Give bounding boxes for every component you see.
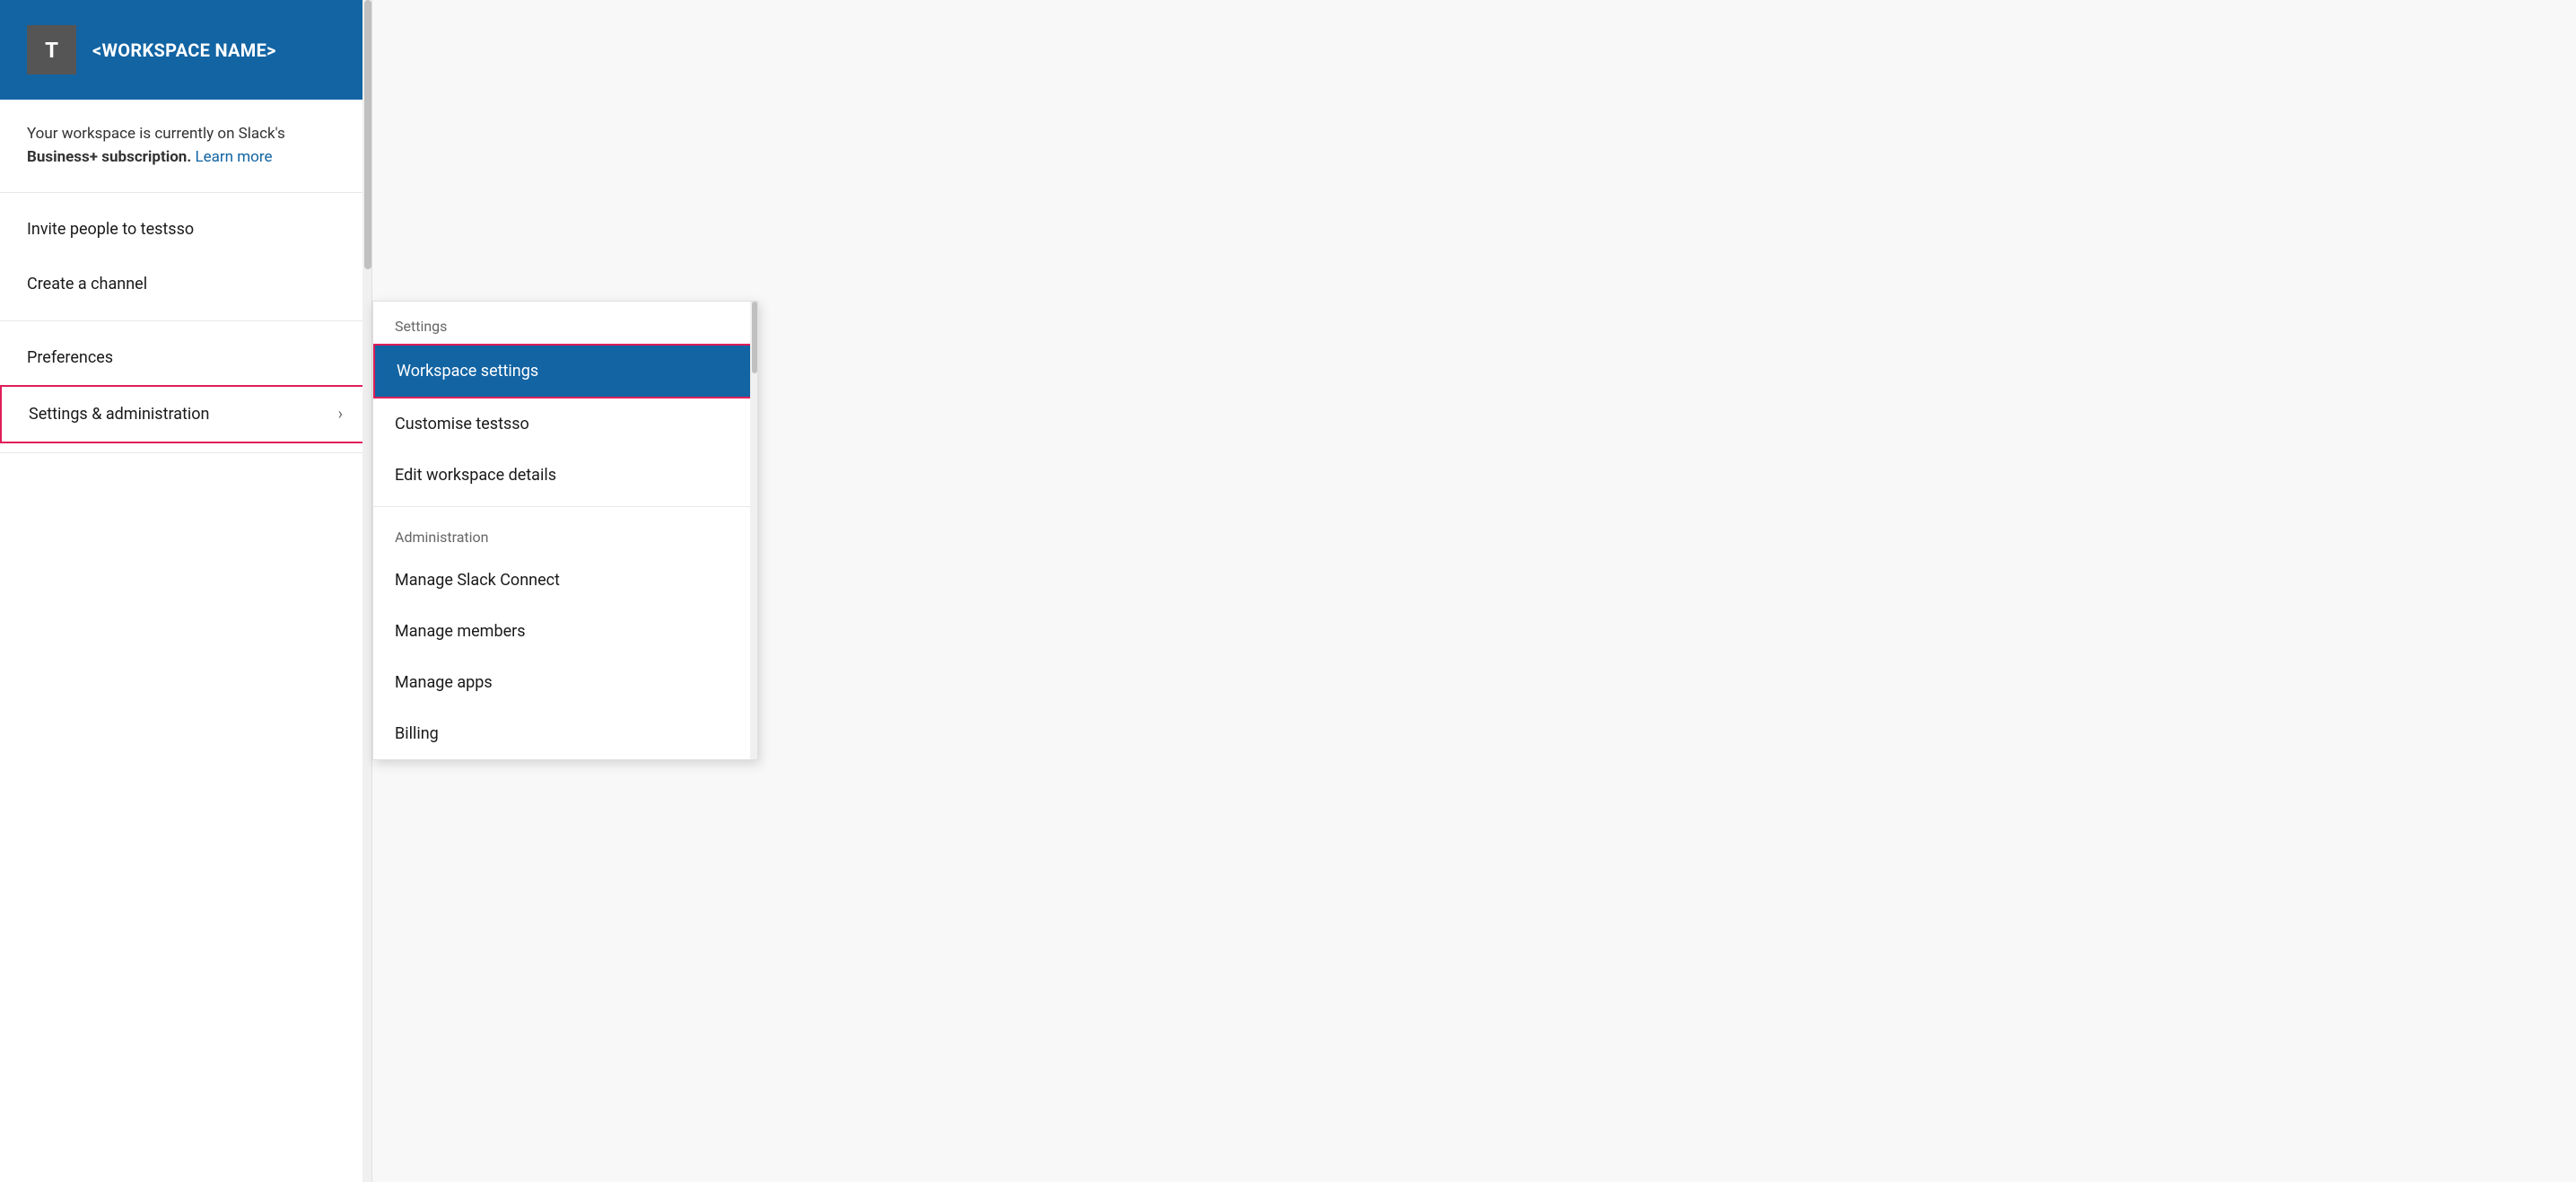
workspace-avatar: T [27,25,76,74]
customise-item[interactable]: Customise testsso [373,398,757,450]
manage-apps-item[interactable]: Manage apps [373,657,757,708]
subscription-text-before: Your workspace is currently on Slack's [27,125,285,143]
invite-people-label: Invite people to testsso [27,220,194,239]
workspace-name: <WORKSPACE NAME> [92,39,276,61]
workspace-settings-label: Workspace settings [397,362,538,381]
preferences-label: Preferences [27,348,113,367]
avatar-letter: T [45,38,58,63]
settings-admin-chevron: › [338,405,343,424]
settings-admin-item[interactable]: Settings & administration › [0,385,371,443]
manage-members-label: Manage members [395,622,526,641]
settings-section-label: Settings [373,302,757,344]
preferences-item[interactable]: Preferences [0,330,371,385]
submenu-panel: Settings Workspace settings Customise te… [372,301,758,760]
manage-apps-label: Manage apps [395,673,493,692]
menu-section-main: Invite people to testsso Create a channe… [0,193,371,321]
edit-workspace-item[interactable]: Edit workspace details [373,450,757,501]
scroll-thumb[interactable] [364,0,371,269]
invite-people-item[interactable]: Invite people to testsso [0,202,371,257]
billing-label: Billing [395,724,439,743]
manage-members-item[interactable]: Manage members [373,606,757,657]
workspace-settings-item[interactable]: Workspace settings [373,344,757,398]
submenu-scroll-thumb[interactable] [752,302,757,373]
workspace-header[interactable]: T <WORKSPACE NAME> [0,0,371,100]
manage-slack-connect-label: Manage Slack Connect [395,571,560,590]
edit-workspace-label: Edit workspace details [395,466,556,485]
scrollbar[interactable] [362,0,371,1182]
create-channel-label: Create a channel [27,275,147,293]
subscription-text: Your workspace is currently on Slack's B… [27,123,345,169]
billing-item[interactable]: Billing [373,708,757,759]
settings-admin-label: Settings & administration [29,405,209,424]
submenu-divider [373,506,757,507]
customise-label: Customise testsso [395,415,529,433]
administration-section-label: Administration [373,512,757,555]
app-container: T <WORKSPACE NAME> Your workspace is cur… [0,0,2576,1182]
subscription-bold: Business+ subscription. [27,148,191,166]
submenu-scrollbar[interactable] [750,302,757,759]
subscription-banner: Your workspace is currently on Slack's B… [0,100,371,193]
learn-more-link[interactable]: Learn more [195,148,272,166]
primary-menu: T <WORKSPACE NAME> Your workspace is cur… [0,0,372,1182]
menu-section-settings: Preferences Settings & administration › [0,321,371,453]
create-channel-item[interactable]: Create a channel [0,257,371,311]
manage-slack-connect-item[interactable]: Manage Slack Connect [373,555,757,606]
